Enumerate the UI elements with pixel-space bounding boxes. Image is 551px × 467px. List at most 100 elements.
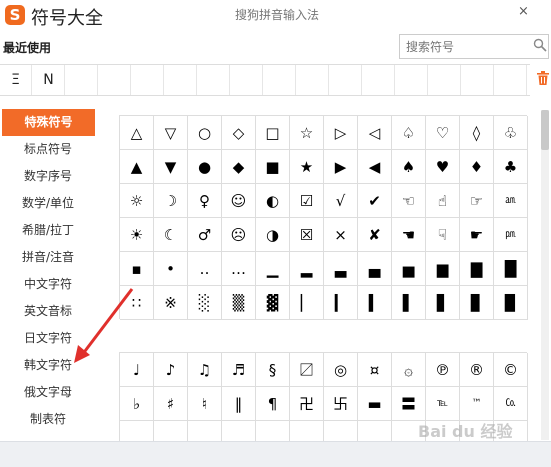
recent-empty-slot[interactable] <box>462 65 494 95</box>
sidebar-item[interactable]: 数字序号 <box>0 163 96 190</box>
symbol-cell[interactable]: ◑ <box>256 218 290 252</box>
symbol-cell[interactable]: ◆ <box>222 150 256 184</box>
symbol-cell[interactable]: ▄ <box>358 252 392 286</box>
recent-empty-slot[interactable] <box>495 65 527 95</box>
symbol-cell[interactable]: ░ <box>188 286 222 320</box>
symbol-cell[interactable]: ♡ <box>426 116 460 150</box>
scrollbar[interactable] <box>541 110 549 440</box>
symbol-cell[interactable]: ▃ <box>324 252 358 286</box>
symbol-cell[interactable]: ♫ <box>188 353 222 387</box>
symbol-cell[interactable]: ▼ <box>154 150 188 184</box>
symbol-cell[interactable]: ㏘ <box>494 218 528 252</box>
symbol-cell[interactable]: ▽ <box>154 116 188 150</box>
symbol-cell[interactable]: ☝ <box>426 184 460 218</box>
symbol-cell[interactable]: √ <box>324 184 358 218</box>
symbol-cell[interactable]: ▏ <box>290 286 324 320</box>
symbol-cell[interactable]: ‖ <box>222 387 256 421</box>
symbol-cell[interactable]: ♀ <box>188 184 222 218</box>
symbol-cell[interactable]: ▁ <box>256 252 290 286</box>
symbol-cell[interactable]: □ <box>256 116 290 150</box>
recent-empty-slot[interactable] <box>231 65 263 95</box>
symbol-cell[interactable]: ☜ <box>392 184 426 218</box>
recent-empty-slot[interactable] <box>132 65 164 95</box>
search-button[interactable] <box>532 37 548 55</box>
symbol-cell[interactable]: ☺ <box>222 184 256 218</box>
symbol-cell[interactable]: ▍ <box>358 286 392 320</box>
symbol-cell[interactable]: ♯ <box>154 387 188 421</box>
symbol-cell[interactable]: ‥ <box>188 252 222 286</box>
recent-symbol[interactable]: Ξ <box>0 65 32 95</box>
symbol-cell[interactable]: • <box>154 252 188 286</box>
symbol-cell[interactable]: █ <box>494 252 528 286</box>
symbol-cell[interactable]: ▷ <box>324 116 358 150</box>
symbol-cell[interactable]: ♠ <box>392 150 426 184</box>
symbol-cell[interactable]: ◎ <box>324 353 358 387</box>
symbol-cell[interactable]: × <box>324 218 358 252</box>
symbol-cell[interactable]: ℡ <box>426 387 460 421</box>
symbol-cell[interactable]: ☒ <box>290 218 324 252</box>
recent-empty-slot[interactable] <box>165 65 197 95</box>
symbol-cell[interactable]: ♧ <box>494 116 528 150</box>
symbol-cell[interactable]: ◐ <box>256 184 290 218</box>
symbol-cell[interactable]: ☽ <box>154 184 188 218</box>
recent-empty-slot[interactable] <box>429 65 461 95</box>
recent-empty-slot[interactable] <box>264 65 296 95</box>
symbol-cell[interactable]: ☛ <box>460 218 494 252</box>
symbol-cell[interactable]: ▲ <box>120 150 154 184</box>
symbol-cell[interactable]: ◊ <box>460 116 494 150</box>
symbol-cell[interactable]: ☀ <box>120 218 154 252</box>
symbol-cell[interactable]: ▎ <box>324 286 358 320</box>
symbol-cell[interactable]: ☹ <box>222 218 256 252</box>
symbol-cell[interactable]: ▬ <box>358 387 392 421</box>
symbol-cell[interactable]: ▂ <box>290 252 324 286</box>
symbol-cell[interactable]: ▒ <box>222 286 256 320</box>
symbol-cell[interactable]: ☆ <box>290 116 324 150</box>
recent-empty-slot[interactable] <box>198 65 230 95</box>
symbol-cell[interactable]: ● <box>188 150 222 184</box>
symbol-cell[interactable]: ☾ <box>154 218 188 252</box>
sidebar-item[interactable]: 特殊符号 <box>2 109 95 136</box>
symbol-cell[interactable]: ▅ <box>392 252 426 286</box>
sidebar-item[interactable]: 拼音/注音 <box>0 244 96 271</box>
symbol-cell[interactable]: ♭ <box>120 387 154 421</box>
symbol-cell[interactable]: ◇ <box>222 116 256 150</box>
symbol-cell[interactable]: ▌ <box>392 286 426 320</box>
sidebar-item[interactable]: 希腊/拉丁 <box>0 217 96 244</box>
recent-empty-slot[interactable] <box>99 65 131 95</box>
symbol-cell[interactable]: ☑ <box>290 184 324 218</box>
symbol-cell[interactable]: ✔ <box>358 184 392 218</box>
symbol-cell[interactable]: ▓ <box>256 286 290 320</box>
symbol-cell[interactable]: ㏂ <box>494 184 528 218</box>
symbol-cell[interactable]: △ <box>120 116 154 150</box>
symbol-cell[interactable]: ▇ <box>460 252 494 286</box>
scroll-thumb[interactable] <box>541 110 549 150</box>
symbol-cell[interactable]: ♥ <box>426 150 460 184</box>
symbol-cell[interactable]: ☟ <box>426 218 460 252</box>
symbol-cell[interactable]: ♤ <box>392 116 426 150</box>
sidebar-item[interactable]: 数学/单位 <box>0 190 96 217</box>
recent-empty-slot[interactable] <box>396 65 428 95</box>
symbol-cell[interactable]: ▊ <box>460 286 494 320</box>
symbol-cell[interactable]: ♂ <box>188 218 222 252</box>
symbol-cell[interactable]: § <box>256 353 290 387</box>
recent-empty-slot[interactable] <box>330 65 362 95</box>
symbol-cell[interactable]: ▉ <box>494 286 528 320</box>
symbol-cell[interactable]: ★ <box>290 150 324 184</box>
symbol-cell[interactable]: 卐 <box>324 387 358 421</box>
symbol-cell[interactable]: ✘ <box>358 218 392 252</box>
symbol-cell[interactable]: ☚ <box>392 218 426 252</box>
symbol-cell[interactable]: 〼 <box>290 353 324 387</box>
symbol-cell[interactable]: ♬ <box>222 353 256 387</box>
search-input[interactable] <box>399 34 549 59</box>
recent-empty-slot[interactable] <box>363 65 395 95</box>
symbol-cell[interactable]: ※ <box>154 286 188 320</box>
symbol-cell[interactable]: ♪ <box>154 353 188 387</box>
symbol-cell[interactable]: ♦ <box>460 150 494 184</box>
symbol-cell[interactable]: 〓 <box>392 387 426 421</box>
symbol-cell[interactable]: ▪ <box>120 252 154 286</box>
trash-icon[interactable] <box>537 71 549 85</box>
symbol-cell[interactable]: © <box>494 353 528 387</box>
symbol-cell[interactable]: ۞ <box>392 353 426 387</box>
close-icon[interactable]: × <box>518 4 529 19</box>
symbol-cell[interactable]: ▆ <box>426 252 460 286</box>
